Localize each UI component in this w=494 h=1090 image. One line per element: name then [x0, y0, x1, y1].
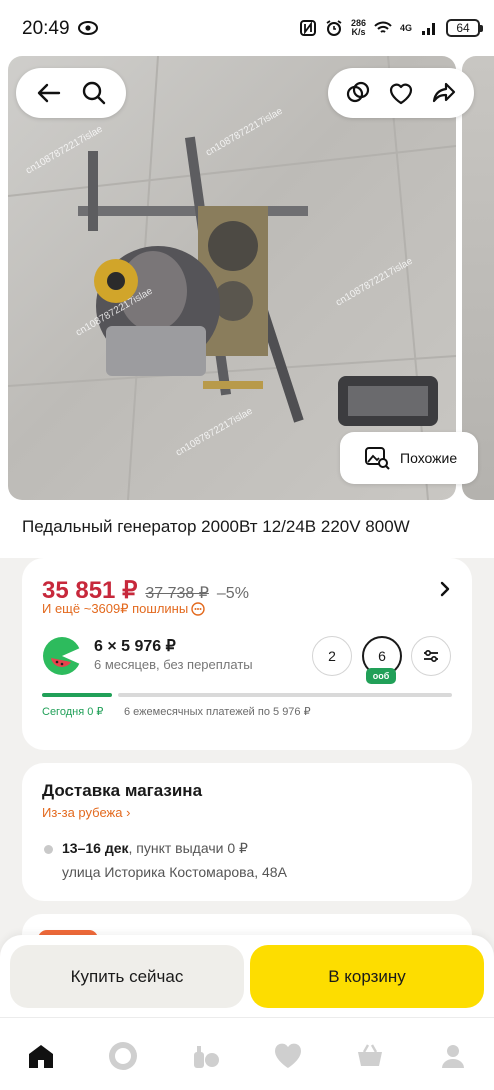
- similar-label: Похожие: [400, 450, 458, 466]
- nav-cart[interactable]: [350, 1038, 390, 1074]
- progress-paid: [42, 693, 112, 697]
- term-option-2[interactable]: 2: [312, 636, 352, 676]
- more-info-icon: [191, 602, 205, 616]
- top-left-actions: [16, 68, 126, 118]
- nav-home[interactable]: [21, 1038, 61, 1074]
- buy-now-button[interactable]: Купить сейчас: [10, 945, 244, 1008]
- delivery-title: Доставка магазина: [42, 781, 203, 800]
- title-section: Педальный генератор 2000Вт 12/24В 220V 8…: [0, 500, 494, 558]
- nav-favorites[interactable]: [268, 1038, 308, 1074]
- duty-text: И ещё ~3609₽ пошлины: [42, 601, 189, 616]
- sliders-icon: [424, 649, 438, 663]
- action-bar: Купить сейчас В корзину: [0, 935, 494, 1017]
- battery-icon: 64: [446, 19, 483, 37]
- network-type: 4G: [399, 22, 412, 33]
- home-icon: [29, 1045, 54, 1068]
- top-right-actions: [328, 68, 474, 118]
- alice-icon: [109, 1042, 138, 1070]
- delivery-bullet: [44, 845, 53, 854]
- heart-icon[interactable]: [387, 79, 415, 107]
- cart-icon: [358, 1044, 383, 1066]
- chevron-right-icon[interactable]: [436, 580, 454, 598]
- search-icon[interactable]: [80, 79, 108, 107]
- monthly-payments: 6 ежемесячных платежей по 5 976 ₽: [124, 706, 311, 718]
- progress-remaining: [118, 693, 452, 697]
- status-bar: 20:49 286 K/s 4G 64: [0, 0, 494, 56]
- status-time: 20:49: [22, 18, 70, 39]
- compare-icon[interactable]: [344, 79, 372, 107]
- product-title: Педальный генератор 2000Вт 12/24В 220V 8…: [22, 517, 410, 536]
- nav-catalog[interactable]: [186, 1038, 226, 1074]
- old-price: 37 738 ₽: [145, 585, 209, 602]
- share-icon[interactable]: [430, 79, 458, 107]
- pay-today: Сегодня 0 ₽: [42, 706, 104, 718]
- delivery-origin-link[interactable]: Из-за рубежа ›: [42, 805, 130, 820]
- catalog-icon: [193, 1046, 219, 1068]
- split-subtitle: 6 месяцев, без переплаты: [94, 657, 253, 672]
- delivery-dates: 13–16 дек, пункт выдачи 0 ₽: [62, 840, 248, 856]
- split-amount: 6 × 5 976 ₽: [94, 638, 176, 655]
- term-tag: ооб: [366, 668, 396, 684]
- split-logo-icon: [43, 637, 82, 675]
- eye-icon: [78, 21, 98, 35]
- duty-info[interactable]: И ещё ~3609₽ пошлины: [42, 601, 205, 617]
- payment-progress: [42, 693, 452, 697]
- nav-alice[interactable]: [103, 1038, 143, 1074]
- svg-text:cn1087872217islae: cn1087872217islae: [204, 105, 285, 158]
- similar-products-button[interactable]: Похожие: [340, 432, 478, 484]
- svg-text:cn1087872217islae: cn1087872217islae: [174, 405, 255, 458]
- nav-profile[interactable]: [433, 1038, 473, 1074]
- status-icons: 286 K/s 4G 64: [299, 16, 483, 40]
- back-arrow-icon[interactable]: [35, 79, 63, 107]
- product-gallery[interactable]: cn1087872217islae cn1087872217islae cn10…: [0, 56, 494, 500]
- profile-icon: [441, 1045, 464, 1068]
- split-settings-button[interactable]: [411, 636, 451, 676]
- delivery-card[interactable]: Доставка магазина Из-за рубежа › 13–16 д…: [22, 763, 472, 901]
- network-speed: 286 K/s: [350, 18, 366, 37]
- alarm-icon: [326, 20, 342, 36]
- bottom-nav: [0, 1017, 494, 1090]
- wifi-icon: [374, 21, 392, 33]
- favorites-icon: [275, 1043, 302, 1068]
- add-to-cart-button[interactable]: В корзину: [250, 945, 484, 1008]
- image-search-icon: [365, 447, 390, 470]
- svg-text:cn1087872217islae: cn1087872217islae: [334, 255, 415, 308]
- price-card: 35 851 ₽ 37 738 ₽ –5% И ещё ~3609₽ пошли…: [22, 558, 472, 750]
- nfc-icon: [299, 20, 316, 36]
- signal-icon: [422, 23, 435, 35]
- discount: –5%: [216, 585, 249, 602]
- delivery-address: улица Историка Костомарова, 48А: [62, 864, 287, 880]
